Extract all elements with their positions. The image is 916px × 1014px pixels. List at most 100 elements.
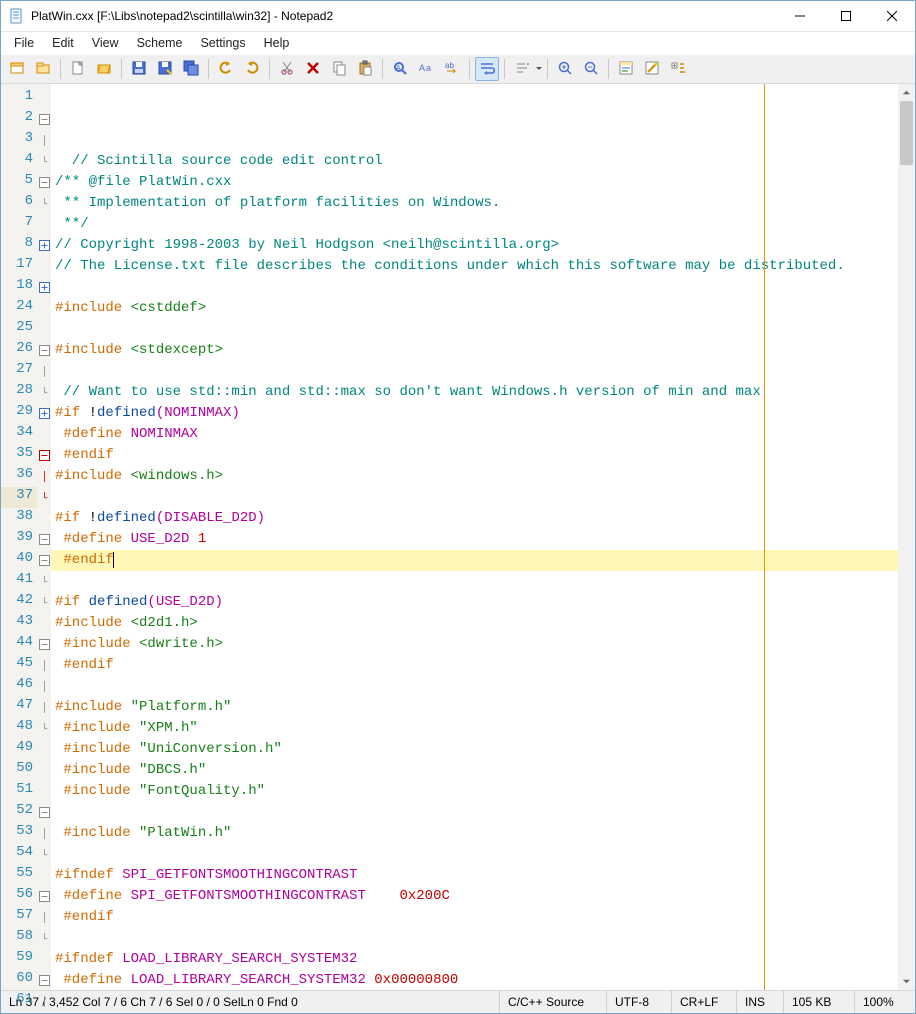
toolbar-new-window[interactable] xyxy=(5,57,29,81)
line-number[interactable]: 41 xyxy=(1,571,37,592)
code-line[interactable]: **/ xyxy=(55,214,898,235)
toolbar-scheme[interactable] xyxy=(614,57,638,81)
code-line[interactable]: #ifndef LOAD_LIBRARY_SEARCH_SYSTEM32 xyxy=(55,949,898,970)
code-line[interactable]: #endif xyxy=(51,550,898,571)
line-number[interactable]: 54 xyxy=(1,844,37,865)
scroll-track[interactable] xyxy=(898,101,915,973)
toolbar-customize[interactable] xyxy=(640,57,664,81)
scroll-down-button[interactable] xyxy=(898,973,915,990)
toolbar-delete[interactable] xyxy=(301,57,325,81)
fold-marker[interactable] xyxy=(37,403,51,424)
minimize-button[interactable] xyxy=(777,1,823,31)
line-number[interactable]: 48 xyxy=(1,718,37,739)
line-number[interactable]: 42 xyxy=(1,592,37,613)
code-line[interactable] xyxy=(55,277,898,298)
fold-marker[interactable] xyxy=(37,235,51,256)
code-line[interactable]: #include "DBCS.h" xyxy=(55,760,898,781)
code-line[interactable]: #include "PlatWin.h" xyxy=(55,823,898,844)
line-number[interactable]: 43 xyxy=(1,613,37,634)
code-line[interactable]: #include <dwrite.h> xyxy=(55,634,898,655)
status-ovr[interactable]: INS xyxy=(737,991,784,1013)
line-number[interactable]: 18 xyxy=(1,277,37,298)
line-number[interactable]: 25 xyxy=(1,319,37,340)
fold-marker[interactable] xyxy=(37,970,51,991)
vertical-scrollbar[interactable] xyxy=(898,84,915,990)
line-number[interactable]: 57 xyxy=(1,907,37,928)
line-number[interactable]: 40 xyxy=(1,550,37,571)
line-number[interactable]: 34 xyxy=(1,424,37,445)
toolbar-undo[interactable] xyxy=(214,57,238,81)
toolbar-show-whitespace[interactable] xyxy=(510,57,542,81)
fold-marker[interactable] xyxy=(37,634,51,655)
fold-marker[interactable] xyxy=(37,172,51,193)
menu-settings[interactable]: Settings xyxy=(191,34,254,52)
code-line[interactable] xyxy=(55,844,898,865)
line-number[interactable]: 56 xyxy=(1,886,37,907)
line-number[interactable]: 44 xyxy=(1,634,37,655)
code-line[interactable] xyxy=(55,487,898,508)
code-line[interactable] xyxy=(55,928,898,949)
code-line[interactable]: #include <windows.h> xyxy=(55,466,898,487)
line-number[interactable]: 38 xyxy=(1,508,37,529)
toolbar-new-file[interactable] xyxy=(66,57,90,81)
code-line[interactable]: #include <stdexcept> xyxy=(55,340,898,361)
code-line[interactable]: #define USE_D2D 1 xyxy=(55,529,898,550)
code-line[interactable]: #if !defined(DISABLE_D2D) xyxy=(55,508,898,529)
fold-marker[interactable] xyxy=(37,529,51,550)
code-line[interactable]: // Copyright 1998-2003 by Neil Hodgson <… xyxy=(55,235,898,256)
code-line[interactable]: #if defined(USE_D2D) xyxy=(55,592,898,613)
code-line[interactable]: #endif xyxy=(55,907,898,928)
line-number[interactable]: 58 xyxy=(1,928,37,949)
line-number[interactable]: 2 xyxy=(1,109,37,130)
toolbar-save-copy[interactable] xyxy=(179,57,203,81)
code-line[interactable]: #include "UniConversion.h" xyxy=(55,739,898,760)
fold-margin[interactable] xyxy=(37,84,51,990)
line-number[interactable]: 37 xyxy=(1,487,37,508)
line-number[interactable]: 39 xyxy=(1,529,37,550)
line-number[interactable]: 28 xyxy=(1,382,37,403)
toolbar-redo[interactable] xyxy=(240,57,264,81)
menu-help[interactable]: Help xyxy=(255,34,299,52)
code-line[interactable]: #include "FontQuality.h" xyxy=(55,781,898,802)
line-number[interactable]: 50 xyxy=(1,760,37,781)
fold-marker[interactable] xyxy=(37,886,51,907)
code-line[interactable]: ** Implementation of platform facilities… xyxy=(55,193,898,214)
line-number[interactable]: 8 xyxy=(1,235,37,256)
status-encoding[interactable]: UTF-8 xyxy=(607,991,672,1013)
status-filesize[interactable]: 105 KB xyxy=(784,991,855,1013)
code-line[interactable]: #if !defined(NOMINMAX) xyxy=(55,403,898,424)
line-number[interactable]: 60 xyxy=(1,970,37,991)
toolbar-find-next[interactable]: Aa xyxy=(414,57,438,81)
line-number[interactable]: 52 xyxy=(1,802,37,823)
code-line[interactable] xyxy=(55,361,898,382)
close-button[interactable] xyxy=(869,1,915,31)
line-number[interactable]: 35 xyxy=(1,445,37,466)
line-number[interactable]: 17 xyxy=(1,256,37,277)
code-area[interactable]: // Scintilla source code edit control/**… xyxy=(51,84,898,990)
line-number[interactable]: 24 xyxy=(1,298,37,319)
toolbar-word-wrap[interactable] xyxy=(475,57,499,81)
code-line[interactable]: // Scintilla source code edit control xyxy=(55,151,898,172)
menu-edit[interactable]: Edit xyxy=(43,34,83,52)
toolbar-find[interactable]: A xyxy=(388,57,412,81)
line-number[interactable]: 51 xyxy=(1,781,37,802)
status-position[interactable]: Ln 37 / 3,452 Col 7 / 6 Ch 7 / 6 Sel 0 /… xyxy=(1,991,500,1013)
toolbar-save[interactable] xyxy=(127,57,151,81)
line-number[interactable]: 3 xyxy=(1,130,37,151)
line-number[interactable]: 49 xyxy=(1,739,37,760)
code-line[interactable]: #define NOMINMAX xyxy=(55,424,898,445)
line-number[interactable]: 27 xyxy=(1,361,37,382)
maximize-button[interactable] xyxy=(823,1,869,31)
menu-view[interactable]: View xyxy=(83,34,128,52)
line-number[interactable]: 55 xyxy=(1,865,37,886)
status-zoom[interactable]: 100% xyxy=(855,991,915,1013)
code-line[interactable]: #define LOAD_LIBRARY_SEARCH_SYSTEM32 0x0… xyxy=(55,970,898,990)
toolbar-replace[interactable]: ab xyxy=(440,57,464,81)
line-number[interactable]: 1 xyxy=(1,88,37,109)
toolbar-zoom-in[interactable] xyxy=(553,57,577,81)
code-line[interactable]: #endif xyxy=(55,655,898,676)
code-line[interactable]: #include <cstddef> xyxy=(55,298,898,319)
line-number-gutter[interactable]: 1234567817182425262728293435363738394041… xyxy=(1,84,37,990)
toolbar-save-as[interactable] xyxy=(153,57,177,81)
code-line[interactable] xyxy=(55,319,898,340)
